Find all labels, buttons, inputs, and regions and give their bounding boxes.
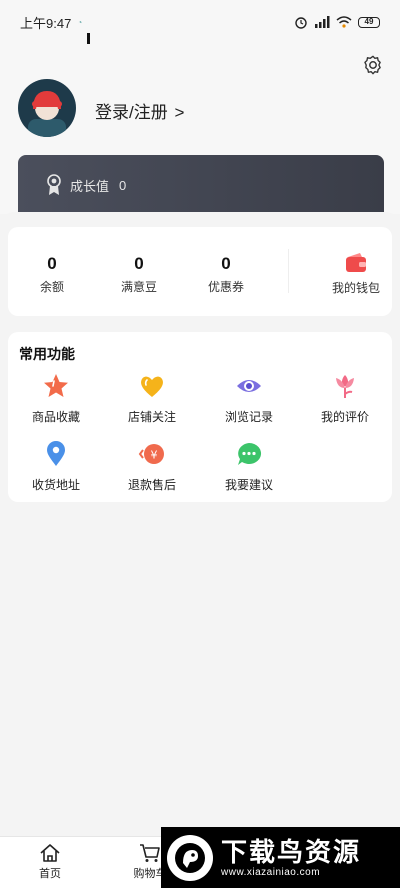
watermark-title: 下载鸟资源 xyxy=(221,837,362,867)
svg-text:¥: ¥ xyxy=(151,449,158,462)
tab-home-label: 首页 xyxy=(39,868,61,880)
coupons-label: 优惠券 xyxy=(207,280,244,294)
section-title: 常用功能 xyxy=(19,346,75,362)
notification-icon: ◔ xyxy=(77,17,83,27)
my-reviews-button[interactable]: 我的评价 xyxy=(300,372,390,425)
growth-card[interactable]: 成长值 0 xyxy=(18,155,384,215)
cart-icon xyxy=(140,844,160,862)
wifi-icon xyxy=(336,16,352,28)
watermark-text: 下载鸟资源 www.xiazainiao.com xyxy=(221,837,361,878)
chat-bubble-icon xyxy=(238,442,262,465)
favorites-button[interactable]: 商品收藏 xyxy=(11,372,101,425)
suggestions-button[interactable]: 我要建议 xyxy=(204,440,294,493)
flower-icon xyxy=(336,375,354,398)
home-icon xyxy=(40,844,60,862)
my-reviews-label: 我的评价 xyxy=(320,410,369,424)
login-register-link[interactable]: 登录/注册 > xyxy=(95,98,184,123)
gear-icon[interactable] xyxy=(362,54,384,76)
store-follow-label: 店铺关注 xyxy=(127,410,176,424)
battery-icon: 49 xyxy=(358,16,380,28)
divider xyxy=(288,249,289,293)
coupons-stat[interactable]: 0 优惠券 xyxy=(191,254,261,295)
status-bar: 上午9:47 ◔ 49 xyxy=(0,0,400,44)
satisfaction-beans-value: 0 xyxy=(134,254,144,273)
growth-label: 成长值 xyxy=(70,178,110,194)
browsing-history-button[interactable]: 浏览记录 xyxy=(204,372,294,425)
my-wallet-label: 我的钱包 xyxy=(331,281,380,295)
location-pin-icon xyxy=(47,441,65,466)
balance-value: 0 xyxy=(47,254,57,273)
avatar[interactable] xyxy=(18,79,76,137)
alarm-icon xyxy=(295,17,307,29)
watermark-url: www.xiazainiao.com xyxy=(221,867,321,878)
login-register-label: 登录/注册 xyxy=(95,103,168,122)
signal-icon xyxy=(315,16,330,28)
favorites-label: 商品收藏 xyxy=(31,410,80,424)
refund-after-sales-button[interactable]: ¥ 退款售后 xyxy=(107,440,197,493)
store-follow-button[interactable]: 店铺关注 xyxy=(107,372,197,425)
shipping-address-label: 收货地址 xyxy=(31,478,80,492)
coupons-value: 0 xyxy=(221,254,231,273)
common-functions-card: 常用功能 商品收藏 店铺关注 浏览记录 我的评价 收货地址 ¥ 退款售后 我要建… xyxy=(8,332,392,502)
wallet-icon xyxy=(346,253,366,272)
watermark-banner: 下载鸟资源 www.xiazainiao.com xyxy=(161,827,400,888)
refund-icon: ¥ xyxy=(138,444,164,464)
medal-icon xyxy=(47,174,61,195)
balance-label: 余额 xyxy=(39,280,64,294)
bird-logo-icon xyxy=(167,834,213,881)
my-wallet-button[interactable]: 我的钱包 xyxy=(318,253,394,296)
star-icon xyxy=(44,374,68,397)
satisfaction-beans-label: 满意豆 xyxy=(120,280,157,294)
suggestions-label: 我要建议 xyxy=(224,478,273,492)
shipping-address-button[interactable]: 收货地址 xyxy=(11,440,101,493)
balance-stat[interactable]: 0 余额 xyxy=(17,254,87,295)
browsing-history-label: 浏览记录 xyxy=(224,410,273,424)
eye-icon xyxy=(237,380,261,392)
wallet-card: 0 余额 0 满意豆 0 优惠券 我的钱包 xyxy=(8,227,392,316)
tab-home[interactable]: 首页 xyxy=(20,843,80,881)
chevron-right-icon: > xyxy=(174,103,185,122)
satisfaction-beans-stat[interactable]: 0 满意豆 xyxy=(104,254,174,295)
refund-after-sales-label: 退款售后 xyxy=(127,478,176,492)
growth-value: 0 xyxy=(119,177,127,193)
status-time: 上午9:47 xyxy=(20,15,72,31)
heart-icon xyxy=(141,376,163,397)
